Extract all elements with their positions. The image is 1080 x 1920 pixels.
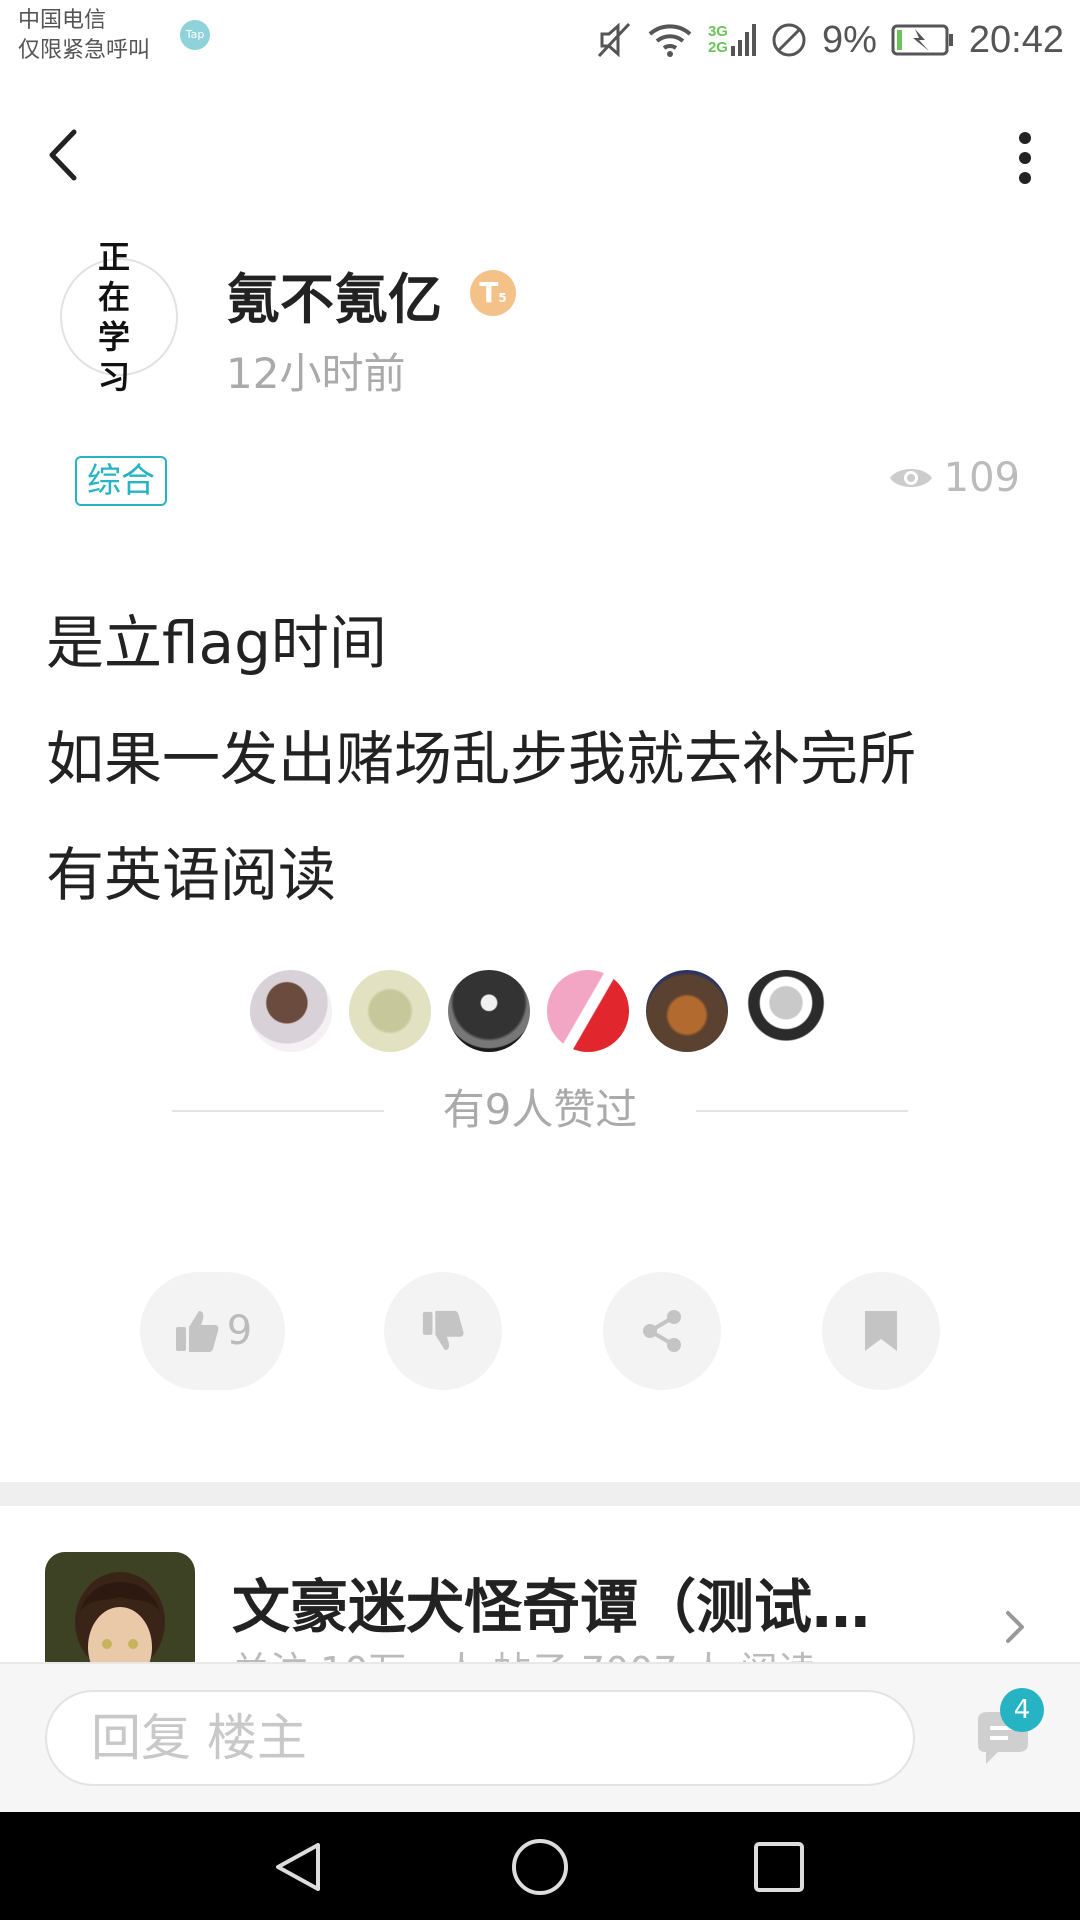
- author-name[interactable]: 氪不氪亿: [226, 255, 442, 334]
- post-time: 12小时前: [226, 349, 406, 398]
- liker-avatar[interactable]: [547, 970, 629, 1052]
- battery-charging-icon: [891, 24, 953, 56]
- carrier-name: 中国电信: [18, 8, 107, 33]
- signal-icon: [730, 24, 756, 56]
- clock: 20:42: [968, 18, 1064, 61]
- thumbs-down-icon: [422, 1310, 464, 1351]
- status-icons: 3G 2G 9% 20:42: [596, 12, 1064, 68]
- bookmark-button[interactable]: [822, 1272, 940, 1390]
- level-badge-number: 5: [498, 291, 507, 305]
- liker-avatar[interactable]: [349, 970, 431, 1052]
- mute-icon: [597, 22, 631, 58]
- wifi-icon: [648, 24, 692, 57]
- post-content: 是立flag时间 如果一发出赌场乱步我就去补完所 有英语阅读: [46, 585, 1006, 933]
- network-3g-label: 3G: [707, 23, 728, 40]
- likers-avatars[interactable]: [250, 970, 827, 1052]
- battery-percent: 9%: [821, 18, 877, 61]
- nav-recents-icon[interactable]: [752, 1840, 806, 1894]
- system-nav-bar: [0, 1812, 1080, 1920]
- more-options-icon[interactable]: [1010, 130, 1040, 186]
- thumbs-up-icon: [175, 1311, 219, 1352]
- like-button[interactable]: 9: [140, 1272, 285, 1390]
- view-count-value: 109: [943, 455, 1020, 501]
- bookmark-icon: [865, 1311, 897, 1351]
- comment-count-badge: 4: [1000, 1688, 1044, 1732]
- liker-avatar[interactable]: [745, 970, 827, 1052]
- level-badge-letter: T: [479, 276, 499, 309]
- liker-avatar[interactable]: [448, 970, 530, 1052]
- status-bar: 中国电信 仅限紧急呼叫 Tap 3G 2G 9% 20:42: [0, 0, 1080, 80]
- share-icon: [643, 1310, 681, 1352]
- no-disturb-icon: [772, 23, 806, 57]
- carrier-status: 仅限紧急呼叫: [18, 38, 151, 63]
- reply-input[interactable]: 回复 楼主: [45, 1690, 915, 1786]
- liker-avatar[interactable]: [250, 970, 332, 1052]
- chevron-right-icon[interactable]: [1000, 1605, 1030, 1650]
- view-count: 109: [888, 455, 1020, 501]
- reply-bar: 回复 楼主 4: [0, 1662, 1080, 1814]
- divider-line: [696, 1110, 908, 1112]
- share-button[interactable]: [603, 1272, 721, 1390]
- eye-icon: [889, 469, 932, 487]
- author-avatar[interactable]: 正在学习: [60, 238, 178, 396]
- post-line: 如果一发出赌场乱步我就去补完所: [46, 725, 917, 793]
- tap-app-icon: Tap: [180, 20, 210, 50]
- dislike-button[interactable]: [384, 1272, 502, 1390]
- carrier-info: 中国电信 仅限紧急呼叫: [18, 6, 150, 66]
- nav-home-icon[interactable]: [510, 1837, 570, 1897]
- category-tag[interactable]: 综合: [75, 456, 167, 506]
- section-separator: [0, 1482, 1080, 1506]
- network-2g-label: 2G: [707, 39, 728, 56]
- game-title[interactable]: 文豪迷犬怪奇谭（测试…: [232, 1560, 922, 1644]
- post-line: 是立flag时间: [46, 609, 387, 677]
- back-button[interactable]: [40, 120, 90, 190]
- like-count: 9: [226, 1308, 253, 1354]
- level-badge: T5: [470, 270, 516, 316]
- post-line: 有英语阅读: [46, 841, 337, 909]
- likes-summary: 有9人赞过: [172, 1085, 908, 1135]
- nav-back-icon[interactable]: [270, 1839, 326, 1895]
- avatar-text: 正在学习: [97, 238, 140, 396]
- liker-avatar[interactable]: [646, 970, 728, 1052]
- network-type: 3G 2G: [708, 22, 756, 58]
